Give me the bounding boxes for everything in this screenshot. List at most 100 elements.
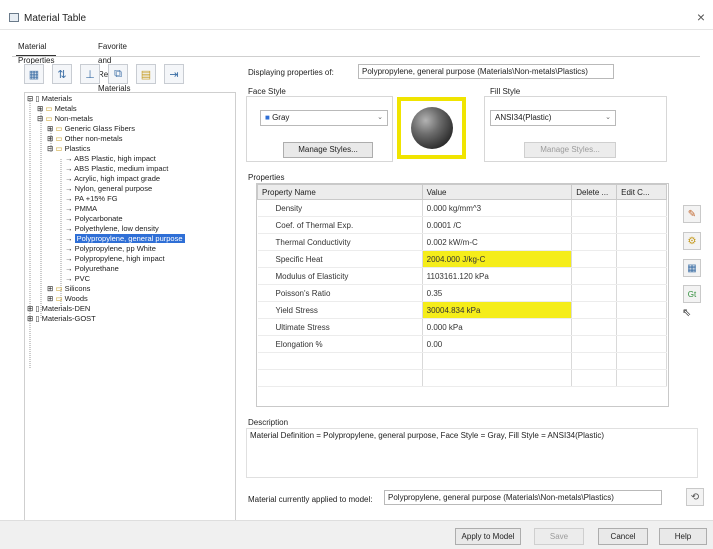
tree-item-generic-glass-fibers[interactable]: ⊞ ▭ Generic Glass Fibers bbox=[47, 124, 135, 134]
copy-icon[interactable]: ⧉ bbox=[108, 64, 128, 84]
filter-icon[interactable]: ⊥ bbox=[80, 64, 100, 84]
property-value-cell[interactable]: 0.0001 /C bbox=[422, 216, 573, 234]
column-header-edit[interactable]: Edit C... bbox=[616, 184, 667, 200]
property-value-cell[interactable]: 0.000 kg/mm^3 bbox=[422, 199, 573, 217]
tree-item-metals[interactable]: ⊞ ▭ Metals bbox=[37, 104, 77, 114]
tree-item-woods[interactable]: ⊞ ▭ Woods bbox=[47, 294, 88, 304]
delete-cell[interactable] bbox=[571, 335, 618, 353]
tree-item-materials-den[interactable]: ⊞ ▯ Materials-DEN bbox=[27, 304, 90, 314]
edit-cell[interactable] bbox=[616, 199, 667, 217]
tree-item-nylon[interactable]: → Nylon, general purpose bbox=[65, 184, 152, 194]
fill-style-select[interactable]: ANSI34(Plastic) ⌄ bbox=[490, 110, 616, 126]
help-button[interactable]: Help bbox=[659, 528, 707, 545]
table-row[interactable]: Thermal Conductivity 0.002 kW/m-C bbox=[257, 233, 667, 251]
property-value-cell[interactable]: 0.35 bbox=[422, 284, 573, 302]
tree-item-polycarbonate[interactable]: → Polycarbonate bbox=[65, 214, 123, 224]
delete-cell[interactable] bbox=[571, 267, 618, 285]
units-icon[interactable]: Gt bbox=[683, 285, 701, 303]
tree-item-polyurethane[interactable]: → Polyurethane bbox=[65, 264, 119, 274]
chevron-down-icon: ⌄ bbox=[605, 114, 611, 121]
manage-fill-styles-button[interactable]: Manage Styles... bbox=[524, 142, 616, 158]
column-header-value[interactable]: Value bbox=[421, 184, 573, 200]
delete-cell[interactable] bbox=[571, 301, 618, 319]
delete-cell[interactable] bbox=[571, 318, 618, 336]
applied-label: Material currently applied to model: bbox=[248, 495, 373, 504]
material-tree[interactable]: ⊟ ▯ Materials ⊞ ▭ Metals ⊟ ▭ Non-metals … bbox=[24, 92, 236, 530]
folder-icon[interactable]: ▤ bbox=[136, 64, 156, 84]
tree-item-other-non-metals[interactable]: ⊞ ▭ Other non-metals bbox=[47, 134, 123, 144]
property-value-cell[interactable]: 0.000 kPa bbox=[422, 318, 573, 336]
import-icon[interactable]: ⇥ bbox=[164, 64, 184, 84]
tab-favorite-recent[interactable]: Favorite and Recent Materials bbox=[96, 40, 132, 93]
pick-material-icon[interactable]: ⟲ bbox=[686, 488, 704, 506]
manage-face-styles-button[interactable]: Manage Styles... bbox=[283, 142, 373, 158]
table-row[interactable]: Specific Heat 2004.000 J/kg-C bbox=[257, 250, 667, 268]
tree-item-materials[interactable]: ⊟ ▯ Materials bbox=[27, 94, 72, 104]
edit-cell[interactable] bbox=[616, 318, 667, 336]
tree-item-non-metals[interactable]: ⊟ ▭ Non-metals bbox=[37, 114, 93, 124]
edit-cell[interactable] bbox=[616, 233, 667, 251]
delete-cell[interactable] bbox=[571, 216, 618, 234]
tree-item-polypropylene-general[interactable]: → Polypropylene, general purpose bbox=[65, 234, 185, 244]
property-value-cell-highlighted[interactable]: 30004.834 kPa bbox=[422, 301, 573, 319]
property-value-cell[interactable]: 1103161.120 kPa bbox=[422, 267, 573, 285]
table-row[interactable]: Elongation % 0.00 bbox=[257, 335, 667, 353]
property-name-cell: Poisson's Ratio bbox=[257, 284, 423, 302]
table-row[interactable]: Density 0.000 kg/mm^3 bbox=[257, 199, 667, 217]
column-header-property-name[interactable]: Property Name bbox=[257, 184, 423, 200]
sort-icon[interactable]: ⇅ bbox=[52, 64, 72, 84]
tree-item-silicons[interactable]: ⊞ ▭ Silicons bbox=[47, 284, 90, 294]
property-value-cell[interactable]: 0.00 bbox=[422, 335, 573, 353]
table-row[interactable]: Yield Stress 30004.834 kPa bbox=[257, 301, 667, 319]
material-preview bbox=[397, 97, 466, 159]
tree-item-pa-fg[interactable]: → PA +15% FG bbox=[65, 194, 118, 204]
edit-cell[interactable] bbox=[616, 267, 667, 285]
tree-item-abs-high[interactable]: → ABS Plastic, high impact bbox=[65, 154, 156, 164]
edit-cell[interactable] bbox=[616, 301, 667, 319]
edit-cell[interactable] bbox=[616, 216, 667, 234]
edit-cell[interactable] bbox=[616, 284, 667, 302]
tree-item-abs-medium[interactable]: → ABS Plastic, medium impact bbox=[65, 164, 168, 174]
new-material-icon[interactable]: ▦ bbox=[24, 64, 44, 84]
edit-cell[interactable] bbox=[616, 250, 667, 268]
property-value-cell-highlighted[interactable]: 2004.000 J/kg-C bbox=[422, 250, 573, 268]
window-title: Material Table bbox=[24, 13, 87, 24]
property-name-cell: Coef. of Thermal Exp. bbox=[257, 216, 423, 234]
delete-cell[interactable] bbox=[571, 284, 618, 302]
table-row[interactable]: Ultimate Stress 0.000 kPa bbox=[257, 318, 667, 336]
table-icon[interactable]: ▦ bbox=[683, 259, 701, 277]
property-value-cell[interactable]: 0.002 kW/m-C bbox=[422, 233, 573, 251]
tab-divider bbox=[12, 56, 700, 57]
chevron-down-icon: ⌄ bbox=[377, 114, 383, 121]
tree-item-plastics[interactable]: ⊟ ▭ Plastics bbox=[47, 144, 90, 154]
tree-item-pmma[interactable]: → PMMA bbox=[65, 204, 97, 214]
delete-cell[interactable] bbox=[571, 233, 618, 251]
tree-item-polypropylene-white[interactable]: → Polypropylene, pp White bbox=[65, 244, 156, 254]
add-property-icon[interactable]: ✎ bbox=[683, 205, 701, 223]
button-bar: Apply to Model Save Cancel Help bbox=[0, 520, 713, 549]
property-name-cell: Yield Stress bbox=[257, 301, 423, 319]
delete-cell[interactable] bbox=[571, 199, 618, 217]
cancel-button[interactable]: Cancel bbox=[598, 528, 648, 545]
tree-item-polyethylene[interactable]: → Polyethylene, low density bbox=[65, 224, 159, 234]
column-header-delete[interactable]: Delete ... bbox=[571, 184, 618, 200]
table-row-empty[interactable] bbox=[257, 369, 667, 387]
delete-cell[interactable] bbox=[571, 250, 618, 268]
title-bar: Material Table × bbox=[0, 0, 713, 30]
tree-item-pvc[interactable]: → PVC bbox=[65, 274, 90, 284]
apply-to-model-button[interactable]: Apply to Model bbox=[455, 528, 521, 545]
mouse-cursor-icon: ⇖ bbox=[682, 307, 692, 319]
table-row[interactable]: Poisson's Ratio 0.35 bbox=[257, 284, 667, 302]
table-row-empty[interactable] bbox=[257, 352, 667, 370]
table-row[interactable]: Modulus of Elasticity 1103161.120 kPa bbox=[257, 267, 667, 285]
edit-property-icon[interactable]: ⚙ bbox=[683, 232, 701, 250]
close-icon[interactable]: × bbox=[697, 9, 705, 25]
edit-cell[interactable] bbox=[616, 335, 667, 353]
tree-item-materials-gost[interactable]: ⊞ ▯ Materials-GOST bbox=[27, 314, 96, 324]
tree-item-polypropylene-high[interactable]: → Polypropylene, high impact bbox=[65, 254, 165, 264]
tab-material-properties[interactable]: Material Properties bbox=[16, 40, 57, 65]
table-row[interactable]: Coef. of Thermal Exp. 0.0001 /C bbox=[257, 216, 667, 234]
tree-item-acrylic[interactable]: → Acrylic, high impact grade bbox=[65, 174, 160, 184]
face-style-select[interactable]: ■ Gray ⌄ bbox=[260, 110, 388, 126]
save-button[interactable]: Save bbox=[534, 528, 584, 545]
